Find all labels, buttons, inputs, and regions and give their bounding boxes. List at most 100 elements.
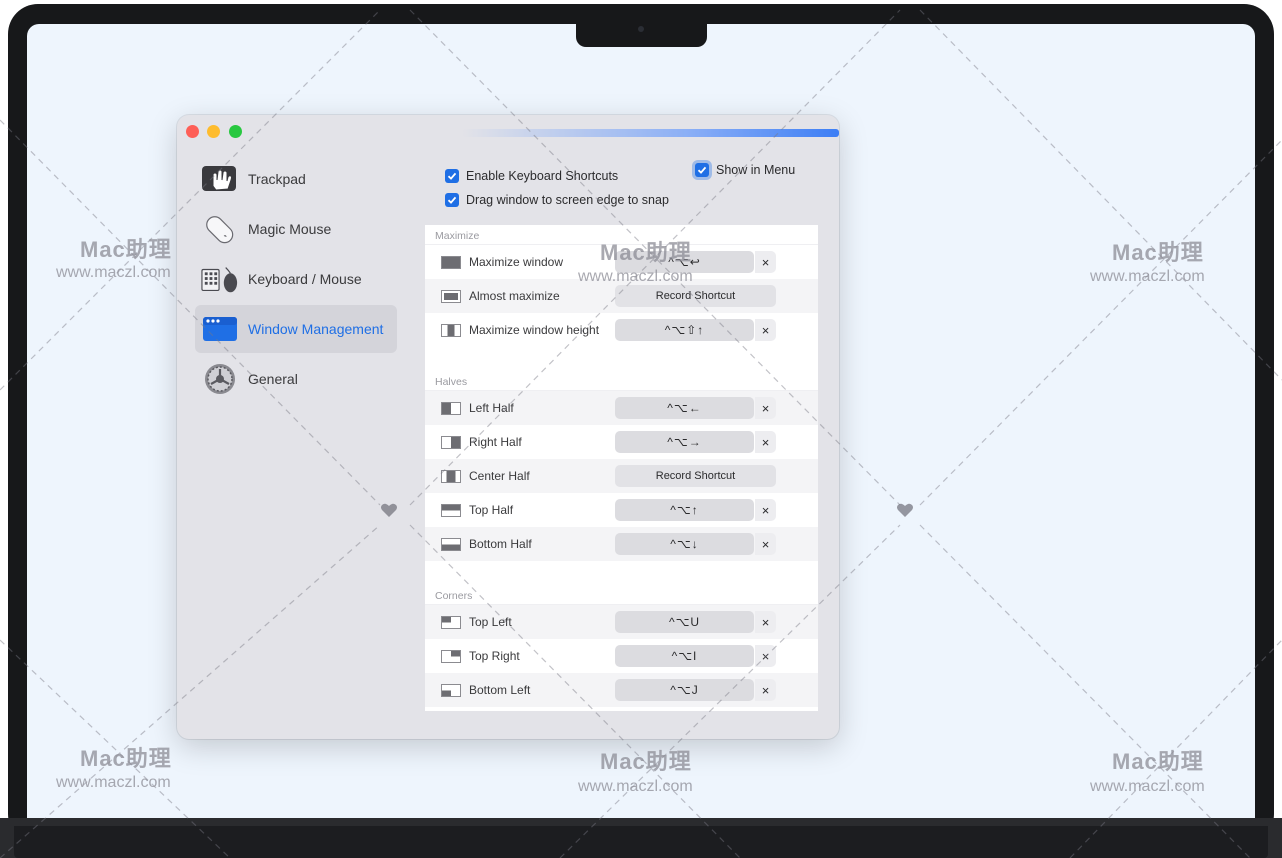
enable-shortcuts-checkbox[interactable] — [445, 169, 459, 183]
keyboard-mouse-icon — [201, 263, 239, 295]
show-in-menu-checkbox[interactable] — [695, 163, 709, 177]
clear-shortcut-button[interactable]: × — [755, 611, 776, 633]
section-title-halves: Halves — [425, 371, 818, 391]
sidebar-item-label: Magic Mouse — [248, 221, 332, 237]
drag-snap-option[interactable]: Drag window to screen edge to snap — [445, 189, 825, 211]
bottom-left-icon — [441, 684, 461, 697]
shortcut-row-right-half: Right Half ^⌥→ × — [425, 425, 818, 459]
watermark-heart-icon — [897, 503, 913, 517]
shortcut-row-maximize-height: Maximize window height ^⌥⇧↑ × — [425, 313, 818, 347]
almost-maximize-icon — [441, 290, 461, 303]
maximize-height-icon — [441, 324, 461, 337]
shortcut-row-top-left: Top Left ^⌥U × — [425, 605, 818, 639]
shortcut-list: Maximize Maximize window ^⌥↩ × Almost ma… — [425, 225, 818, 711]
trackpad-hand-icon — [201, 163, 239, 195]
drag-snap-checkbox[interactable] — [445, 193, 459, 207]
sidebar-item-label: General — [248, 371, 298, 387]
watermark-url: www.maczl.com — [1090, 778, 1205, 795]
magic-mouse-icon — [201, 213, 239, 245]
row-label: Right Half — [469, 435, 522, 449]
general-gear-icon — [201, 363, 239, 395]
sidebar-item-magic-mouse[interactable]: Magic Mouse — [195, 205, 397, 253]
row-label: Bottom Left — [469, 683, 531, 697]
sidebar-item-label: Keyboard / Mouse — [248, 271, 362, 287]
shortcut-row-center-half: Center Half Record Shortcut — [425, 459, 818, 493]
watermark-url: www.maczl.com — [56, 774, 171, 791]
titlebar-glow — [462, 129, 839, 137]
window-zoom-button[interactable] — [229, 125, 242, 138]
sidebar: Trackpad Magic Mouse Keyboard / Mouse Wi… — [195, 155, 397, 405]
row-label: Top Left — [469, 615, 512, 629]
section-title-corners: Corners — [425, 585, 818, 605]
row-label: Center Half — [469, 469, 530, 483]
clear-shortcut-button[interactable]: × — [755, 397, 776, 419]
window-management-icon — [201, 313, 239, 345]
row-label: Maximize window — [469, 255, 564, 269]
clear-shortcut-button[interactable]: × — [755, 679, 776, 701]
watermark-url: www.maczl.com — [56, 264, 171, 281]
record-shortcut-button[interactable]: Record Shortcut — [615, 285, 776, 307]
drag-snap-label: Drag window to screen edge to snap — [466, 193, 669, 207]
watermark-url: www.maczl.com — [1090, 268, 1205, 285]
shortcut-field[interactable]: ^⌥U — [615, 611, 754, 633]
shortcut-row-top-right: Top Right ^⌥I × — [425, 639, 818, 673]
sidebar-item-keyboard-mouse[interactable]: Keyboard / Mouse — [195, 255, 397, 303]
sidebar-item-label: Trackpad — [248, 171, 306, 187]
show-in-menu-option[interactable]: Show in Menu — [695, 163, 795, 177]
shortcut-field[interactable]: ^⌥I — [615, 645, 754, 667]
right-half-icon — [441, 436, 461, 449]
clear-shortcut-button[interactable]: × — [755, 431, 776, 453]
window-close-button[interactable] — [186, 125, 199, 138]
shortcut-row-bottom-half: Bottom Half ^⌥↓ × — [425, 527, 818, 561]
window-minimize-button[interactable] — [207, 125, 220, 138]
shortcut-row-bottom-left: Bottom Left ^⌥J × — [425, 673, 818, 707]
watermark-heart-icon — [381, 503, 397, 517]
watermark-title: Mac助理 — [80, 746, 172, 771]
row-label: Top Right — [469, 649, 520, 663]
top-half-icon — [441, 504, 461, 517]
watermark-title: Mac助理 — [80, 237, 172, 262]
shortcut-field[interactable]: ^⌥↓ — [615, 533, 754, 555]
clear-shortcut-button[interactable]: × — [755, 499, 776, 521]
shortcut-field[interactable]: ^⌥⇧↑ — [615, 319, 754, 341]
checkmark-icon — [447, 172, 457, 180]
checkmark-icon — [697, 166, 707, 174]
watermark-url: www.maczl.com — [578, 268, 693, 285]
shortcut-field[interactable]: ^⌥→ — [615, 431, 754, 453]
clear-shortcut-button[interactable]: × — [755, 645, 776, 667]
preferences-window: Trackpad Magic Mouse Keyboard / Mouse Wi… — [177, 115, 839, 739]
shortcut-field[interactable]: ^⌥↑ — [615, 499, 754, 521]
watermark-url: www.maczl.com — [578, 778, 693, 795]
screenshot-stage: Trackpad Magic Mouse Keyboard / Mouse Wi… — [0, 0, 1282, 858]
checkmark-icon — [447, 196, 457, 204]
watermark-title: Mac助理 — [1112, 749, 1204, 774]
shortcut-field[interactable]: ^⌥← — [615, 397, 754, 419]
top-right-icon — [441, 650, 461, 663]
clear-shortcut-button[interactable]: × — [755, 251, 776, 273]
clear-shortcut-button[interactable]: × — [755, 319, 776, 341]
maximize-window-icon — [441, 256, 461, 269]
bottom-half-icon — [441, 538, 461, 551]
sidebar-item-trackpad[interactable]: Trackpad — [195, 155, 397, 203]
record-shortcut-button[interactable]: Record Shortcut — [615, 465, 776, 487]
laptop-base-inner — [14, 826, 1268, 858]
left-half-icon — [441, 402, 461, 415]
top-left-icon — [441, 616, 461, 629]
watermark-title: Mac助理 — [600, 240, 692, 265]
center-half-icon — [441, 470, 461, 483]
watermark-title: Mac助理 — [600, 749, 692, 774]
sidebar-item-window-management[interactable]: Window Management — [195, 305, 397, 353]
row-label: Maximize window height — [469, 323, 600, 337]
clear-shortcut-button[interactable]: × — [755, 533, 776, 555]
sidebar-item-label: Window Management — [248, 321, 384, 337]
row-label: Almost maximize — [469, 289, 560, 303]
shortcut-field[interactable]: ^⌥J — [615, 679, 754, 701]
row-label: Top Half — [469, 503, 514, 517]
sidebar-item-general[interactable]: General — [195, 355, 397, 403]
shortcut-row-top-half: Top Half ^⌥↑ × — [425, 493, 818, 527]
watermark-title: Mac助理 — [1112, 240, 1204, 265]
enable-shortcuts-label: Enable Keyboard Shortcuts — [466, 169, 619, 183]
row-label: Bottom Half — [469, 537, 532, 551]
